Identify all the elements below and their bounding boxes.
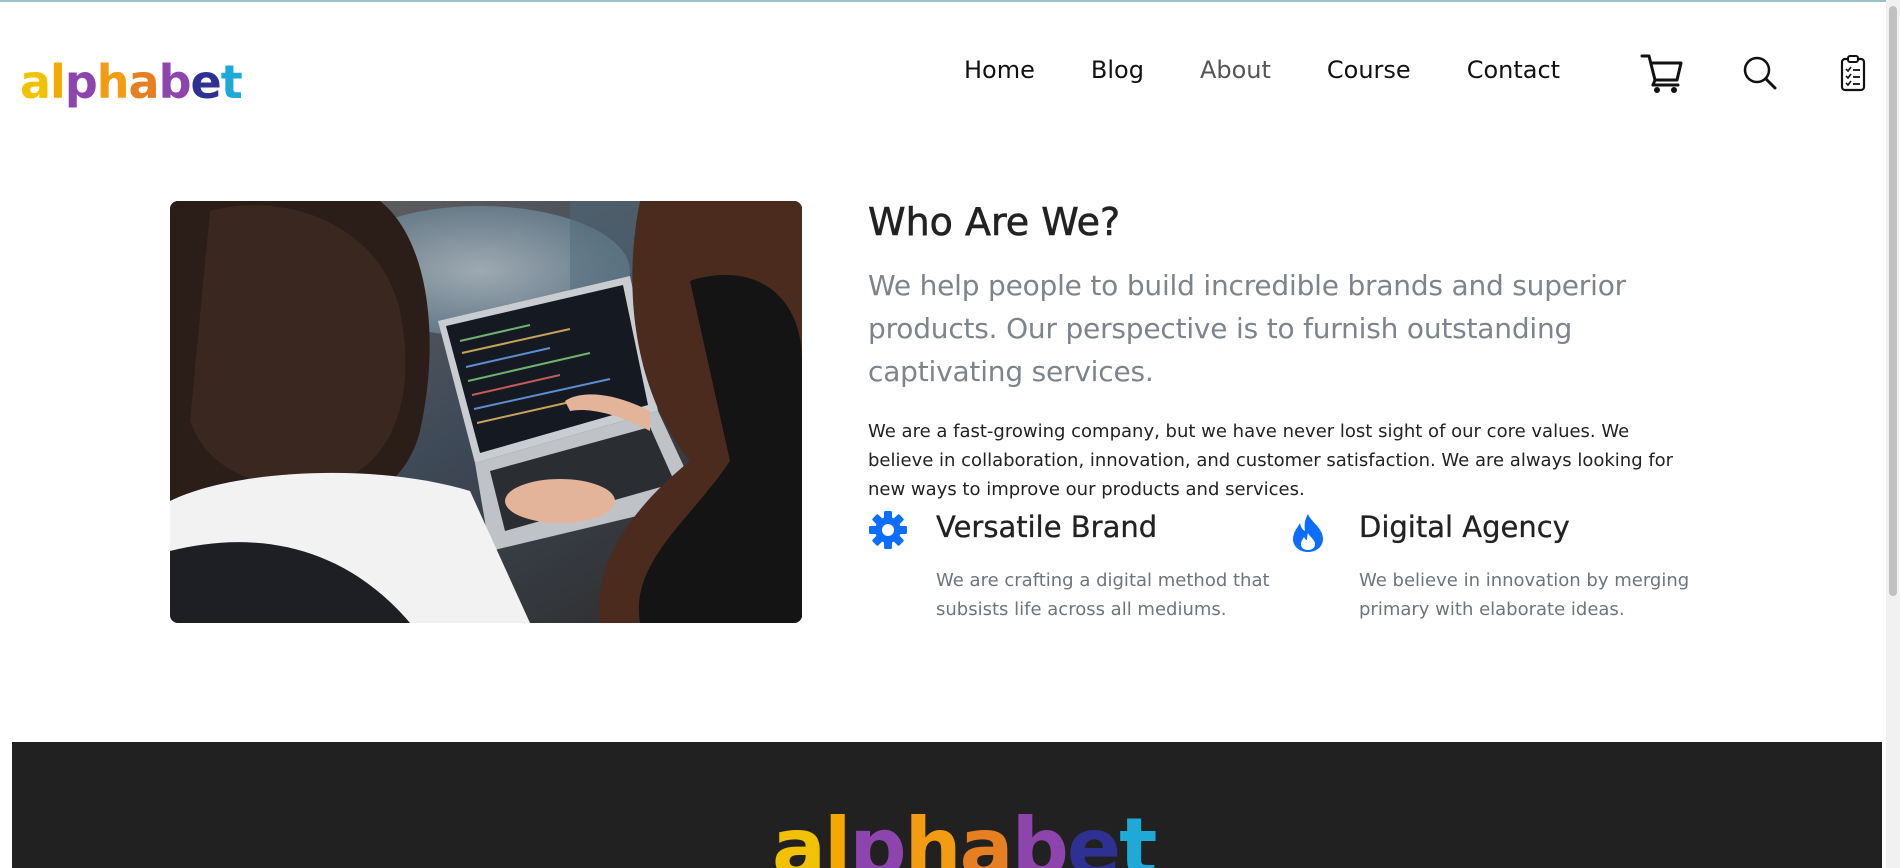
body-text: We are a fast-growing company, but we ha… <box>868 421 1674 500</box>
team-photo <box>170 201 802 623</box>
logo-letter: p <box>849 801 906 868</box>
logo-letter: e <box>1066 801 1121 868</box>
logo-letter: l <box>50 55 66 109</box>
logo-letter: t <box>220 55 243 109</box>
nav-blog[interactable]: Blog <box>1091 56 1144 84</box>
scrollbar-thumb[interactable] <box>1889 6 1897 596</box>
nav-course[interactable]: Course <box>1327 56 1411 84</box>
feature-title: Versatile Brand <box>936 510 1158 544</box>
brand-logo[interactable]: alphabet <box>20 45 243 109</box>
section-title: Who Are We? <box>868 200 1121 245</box>
logo-letter: a <box>20 55 51 109</box>
logo-letter: a <box>128 55 160 109</box>
logo-letter: h <box>904 801 962 868</box>
logo-letter: h <box>96 55 130 109</box>
fire-icon <box>1291 513 1325 558</box>
page-scrollbar[interactable] <box>1886 0 1900 868</box>
logo-letter: a <box>772 801 826 868</box>
logo-letter: e <box>190 55 222 109</box>
logo-letter: b <box>1011 801 1069 868</box>
nav-about[interactable]: About <box>1200 56 1271 84</box>
footer-logo[interactable]: alphabet <box>772 808 1157 868</box>
logo-letter: a <box>959 801 1014 868</box>
footer: alphabet <box>12 742 1882 868</box>
clipboard-list-icon[interactable] <box>1840 54 1866 97</box>
about-content: Who Are We? We help people to build incr… <box>868 200 1688 504</box>
cart-icon[interactable] <box>1640 52 1684 99</box>
search-icon[interactable] <box>1742 55 1778 96</box>
logo-letter: t <box>1119 801 1157 868</box>
lead-text: We help people to build incredible brand… <box>868 269 1626 388</box>
nav-contact[interactable]: Contact <box>1467 56 1560 84</box>
gear-icon <box>868 510 908 555</box>
logo-letter: l <box>823 801 851 868</box>
feature-text: We believe in innovation by merging prim… <box>1359 570 1690 620</box>
nav-home[interactable]: Home <box>964 56 1035 84</box>
logo-letter: p <box>64 55 98 109</box>
logo-letter: b <box>158 55 192 109</box>
main-nav: Home Blog About Course Contact <box>964 56 1560 84</box>
top-border <box>0 0 1900 2</box>
feature-title: Digital Agency <box>1359 510 1570 544</box>
feature-text: We are crafting a digital method that su… <box>936 570 1270 620</box>
